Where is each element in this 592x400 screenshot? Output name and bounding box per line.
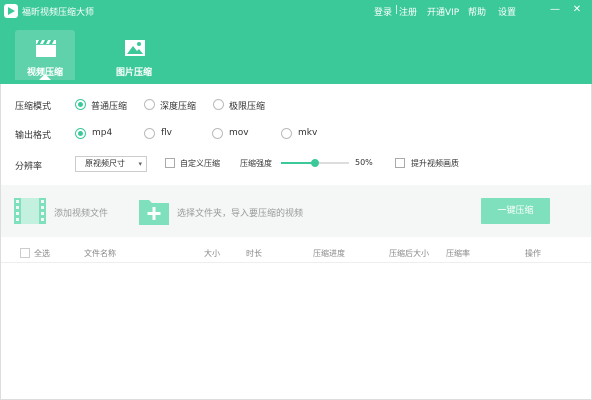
option-label: 极限压缩: [229, 102, 266, 112]
custom-compress-checkbox[interactable]: [165, 158, 175, 168]
radio-format-flv[interactable]: [144, 128, 155, 139]
app-logo-icon: [4, 4, 18, 18]
column-header-actions: 操作: [525, 249, 541, 258]
column-header-size: 大小: [204, 249, 220, 258]
select-all-label: 全选: [34, 249, 50, 258]
register-link[interactable]: 注册: [399, 5, 417, 18]
help-link[interactable]: 帮助: [468, 5, 486, 18]
column-header-ratio: 压缩率: [446, 249, 470, 258]
resolution-value: 原视频尺寸: [85, 159, 125, 168]
column-header-compressed-size: 压缩后大小: [389, 249, 429, 258]
add-video-link[interactable]: 添加视频文件: [54, 206, 108, 219]
radio-deep-compress[interactable]: [144, 99, 155, 110]
resolution-label: 分辨率: [15, 162, 43, 172]
compress-all-button[interactable]: 一键压缩: [481, 198, 550, 224]
select-all-checkbox[interactable]: [20, 248, 30, 258]
minimize-button[interactable]: —: [548, 3, 562, 17]
column-header-filename: 文件名称: [84, 249, 116, 258]
option-label: mkv: [298, 128, 318, 138]
enhance-quality-label: 提升视频画质: [411, 159, 459, 168]
film-strip-icon[interactable]: [14, 198, 46, 227]
radio-normal-compress[interactable]: [75, 99, 86, 110]
strength-slider[interactable]: [281, 159, 349, 167]
option-label: 深度压缩: [160, 102, 197, 112]
link-separator: |: [395, 5, 399, 15]
image-icon: [124, 38, 146, 61]
option-label: 普通压缩: [91, 102, 128, 112]
import-folder-link[interactable]: 选择文件夹，导入要压缩的视频: [177, 206, 303, 219]
active-tab-indicator: [39, 74, 51, 80]
option-label: mov: [229, 128, 249, 138]
clapperboard-icon: [35, 38, 57, 61]
table-divider: [0, 262, 592, 263]
add-folder-icon[interactable]: [139, 197, 169, 228]
tab-image-compress[interactable]: 图片压缩: [104, 30, 164, 80]
strength-slider-fill: [281, 162, 315, 164]
resolution-select[interactable]: 原视频尺寸 ▾: [75, 156, 147, 172]
strength-label: 压缩强度: [240, 159, 272, 168]
tab-video-compress[interactable]: 视频压缩: [15, 30, 75, 80]
app-header: 福昕视频压缩大师 登录 | 注册 开通VIP 帮助 设置 — ✕ 视频压缩 图片…: [0, 0, 592, 84]
login-link[interactable]: 登录: [374, 5, 392, 18]
column-header-progress: 压缩进度: [313, 249, 345, 258]
compress-mode-label: 压缩模式: [15, 102, 52, 112]
enhance-quality-checkbox[interactable]: [395, 158, 405, 168]
custom-compress-label: 自定义压缩: [180, 159, 220, 168]
tab-label: 图片压缩: [115, 68, 152, 78]
chevron-down-icon: ▾: [138, 160, 142, 168]
output-format-label: 输出格式: [15, 131, 52, 141]
column-header-duration: 时长: [246, 249, 262, 258]
window-border: [0, 84, 592, 400]
strength-value: 50%: [355, 158, 373, 167]
strength-slider-handle[interactable]: [311, 159, 319, 167]
settings-link[interactable]: 设置: [498, 5, 516, 18]
option-label: flv: [161, 128, 172, 138]
close-button[interactable]: ✕: [570, 3, 584, 17]
option-label: mp4: [92, 128, 113, 138]
radio-format-mkv[interactable]: [281, 128, 292, 139]
vip-link[interactable]: 开通VIP: [427, 5, 459, 18]
radio-format-mov[interactable]: [212, 128, 223, 139]
title-bar: 福昕视频压缩大师 登录 | 注册 开通VIP 帮助 设置 — ✕: [0, 0, 592, 22]
app-title: 福昕视频压缩大师: [22, 8, 95, 18]
radio-extreme-compress[interactable]: [213, 99, 224, 110]
radio-format-mp4[interactable]: [75, 128, 86, 139]
